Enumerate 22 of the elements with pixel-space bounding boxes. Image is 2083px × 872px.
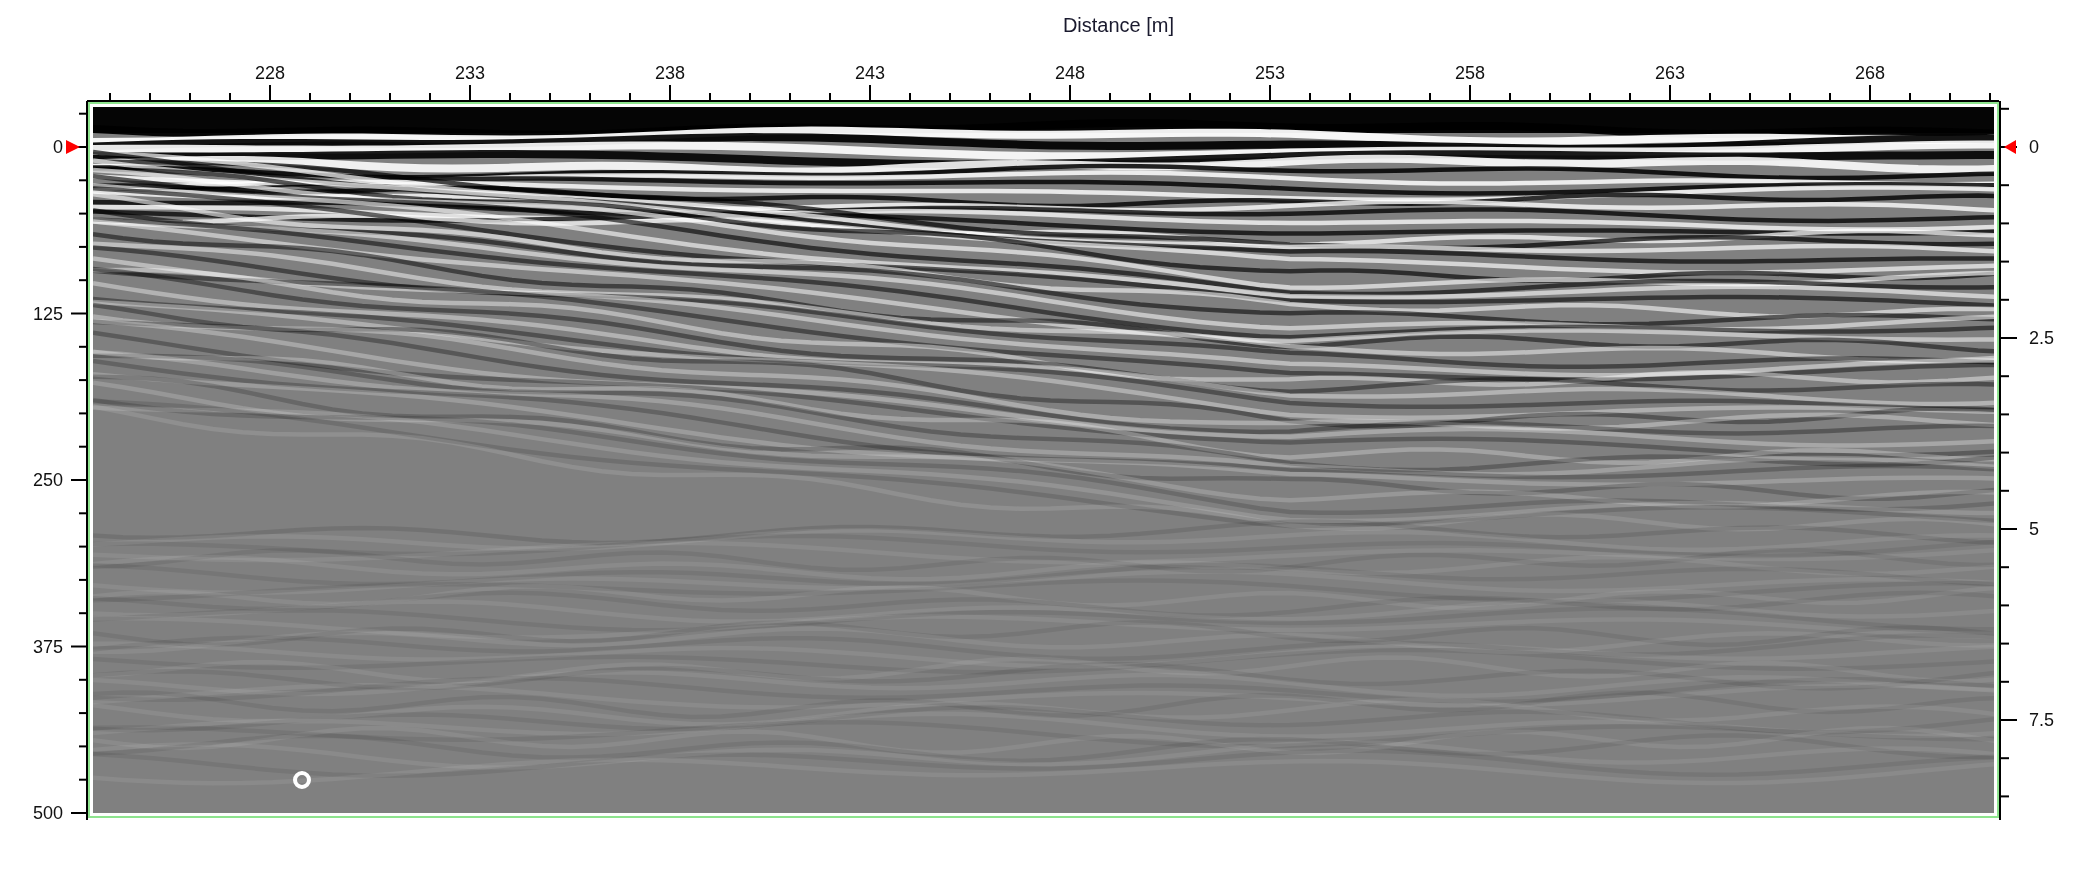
tick-label: 375	[32, 635, 63, 658]
zero-marker-icon	[2004, 140, 2016, 154]
tick-label: 248	[1055, 62, 1085, 84]
tick-label: 258	[1455, 62, 1485, 84]
tick-label: 500	[32, 802, 63, 824]
tick-label: 0	[2029, 136, 2039, 158]
zero-marker-icon	[66, 140, 80, 154]
tick-label: 7.5	[2029, 709, 2055, 731]
tick-label: 5	[2029, 518, 2039, 540]
tick-label: 263	[1655, 62, 1685, 84]
tick-label: 233	[455, 62, 485, 84]
ring-icon	[293, 771, 311, 789]
tick-label: 125	[32, 302, 63, 325]
tick-label: 268	[1855, 62, 1885, 84]
tick-label: 253	[1255, 62, 1285, 84]
tick-label: 2.5	[2029, 327, 2055, 349]
tick-label: 243	[855, 62, 885, 84]
tick-label: 238	[655, 62, 685, 84]
axis-title: Distance [m]	[1062, 14, 1175, 37]
tick-label: 0	[53, 136, 63, 158]
tick-label: 228	[255, 62, 285, 84]
tick-label: 250	[32, 469, 63, 491]
